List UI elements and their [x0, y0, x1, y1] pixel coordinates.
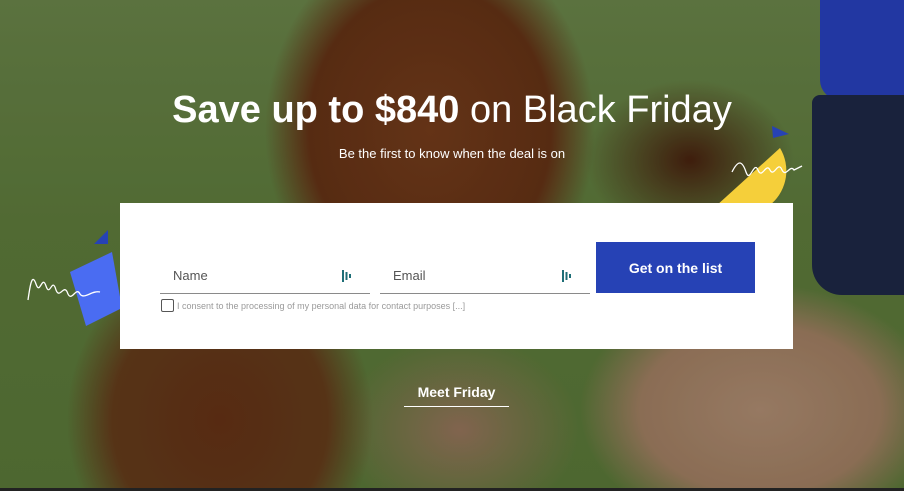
- headline-strong: Save up to $840: [172, 89, 460, 131]
- email-field-wrapper: [380, 259, 590, 294]
- password-manager-icon[interactable]: [562, 270, 572, 282]
- blue-square-icon: [70, 252, 122, 326]
- signup-panel: Get on the list I consent to the process…: [120, 203, 793, 349]
- headline-rest: on Black Friday: [459, 89, 732, 131]
- password-manager-icon[interactable]: [342, 270, 352, 282]
- blue-triangle-icon: [772, 126, 789, 138]
- name-field-wrapper: [160, 259, 370, 294]
- consent-label: I consent to the processing of my person…: [177, 300, 466, 311]
- blue-triangle-left-icon: [94, 230, 108, 244]
- name-input[interactable]: [160, 259, 370, 291]
- decoration-left-icon: [27, 230, 122, 326]
- get-on-the-list-button[interactable]: Get on the list: [596, 242, 755, 293]
- email-input[interactable]: [380, 259, 590, 291]
- consent-checkbox[interactable]: [161, 299, 174, 312]
- meet-friday-link[interactable]: Meet Friday: [404, 382, 509, 407]
- consent-row[interactable]: I consent to the processing of my person…: [161, 299, 465, 312]
